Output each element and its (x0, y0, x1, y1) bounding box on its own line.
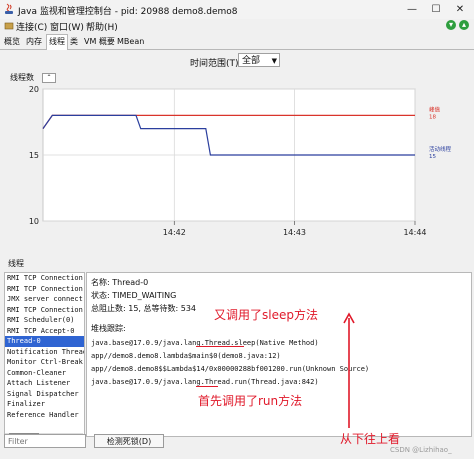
threads-section-title: 线程 (8, 259, 24, 268)
watermark: CSDN @Lizhihao_ (390, 446, 452, 454)
java-app-icon (5, 3, 13, 14)
up-arrow-icon (343, 312, 355, 428)
y-tick-label: 10 (29, 217, 39, 226)
x-tick-label: 14:43 (283, 228, 306, 237)
time-range-label: 时间范围(T): (190, 59, 242, 69)
thread-list-item[interactable]: Monitor Ctrl-Break (5, 357, 84, 368)
chart-x-ticks: 14:42 14:43 14:44 (163, 221, 427, 237)
thread-detail-panel: 名称: Thread-0 状态: TIMED_WAITING 总阻止数: 15,… (86, 272, 472, 437)
thread-list-item[interactable]: Attach Listener (5, 378, 84, 389)
chart-legend: 峰值18 活动线程15 (429, 105, 452, 160)
detect-deadlock-button[interactable]: 检测死锁(D) (94, 434, 164, 448)
y-tick-label: 15 (29, 151, 39, 160)
threads-section: 线程 RMI TCP Connection RMI TCP Connection J… (4, 256, 472, 456)
stack-trace-title: 堆栈跟踪: (91, 324, 126, 333)
chart-y-ticks: 10 15 20 (29, 85, 39, 226)
minimize-button[interactable]: — (400, 2, 424, 17)
maximize-button[interactable]: ☐ (424, 2, 448, 17)
internal-minimize-icon[interactable]: ▾ (446, 20, 456, 30)
x-tick-label: 14:44 (403, 228, 426, 237)
stack-frame: app//demo8.demo8$$Lambda$14/0x00000288bf… (91, 365, 370, 373)
thread-count-chart: 101520 14:42 14:43 14:44 峰值18活动线程15 (29, 85, 452, 237)
thread-list-item[interactable]: RMI TCP Connection (5, 305, 84, 316)
tab-overview[interactable]: 概览 (4, 35, 20, 48)
thread-list-item[interactable]: RMI TCP Accept-0 (5, 326, 84, 337)
x-tick-label: 14:42 (163, 228, 186, 237)
thread-list-item[interactable]: Common-Cleaner (5, 368, 84, 379)
title-bar: Java 监视和管理控制台 - pid: 20988 demo8.demo8 —… (0, 0, 474, 19)
thread-list-item[interactable]: RMI TCP Connection (5, 273, 84, 284)
legend-series-name: 活动线程 (429, 145, 452, 153)
thread-list-item[interactable]: RMI TCP Connection (5, 284, 84, 295)
legend-series-name: 峰值 (429, 105, 441, 113)
menu-window[interactable]: 窗口(W) (50, 20, 84, 33)
time-range-select[interactable]: 全部 ▼ (238, 53, 280, 67)
tab-mbean[interactable]: MBean (117, 35, 144, 48)
internal-restore-icon[interactable]: ▴ (459, 20, 469, 30)
thread-list[interactable]: RMI TCP Connection RMI TCP Connection JMX … (4, 272, 85, 437)
thread-list-item[interactable]: Reference Handler (5, 410, 84, 421)
order-annotation: 从下往上看 (340, 432, 401, 446)
sleep-underline (196, 346, 244, 347)
thread-list-item[interactable]: JMX server connect (5, 294, 84, 305)
tab-threads[interactable]: 线程 (46, 34, 68, 50)
legend-series-value: 18 (429, 114, 436, 120)
thread-list-item[interactable]: Signal Dispatcher (5, 389, 84, 400)
thread-totals: 总阻止数: 15, 总等待数: 534 (91, 304, 197, 313)
menu-help[interactable]: 帮助(H) (86, 20, 118, 33)
window-title: Java 监视和管理控制台 - pid: 20988 demo8.demo8 (18, 7, 238, 17)
stack-frame: java.base@17.0.9/java.lang.Thread.run(Th… (91, 378, 319, 386)
y-tick-label: 20 (29, 85, 39, 94)
thread-state: 状态: TIMED_WAITING (91, 291, 177, 300)
tab-vm-summary[interactable]: VM 概要 (84, 35, 115, 48)
menu-connection[interactable]: 连接(C) (16, 20, 47, 33)
close-button[interactable]: ✕ (448, 2, 472, 17)
sleep-annotation: 又调用了sleep方法 (214, 308, 318, 322)
run-underline (196, 386, 218, 387)
stack-frame: app//demo8.demo8.lambda$main$0(demo8.jav… (91, 352, 281, 360)
menu-bar: 连接(C) 窗口(W) 帮助(H) (0, 19, 474, 34)
connection-icon[interactable] (4, 21, 14, 31)
thread-list-item[interactable]: RMI Scheduler(0) (5, 315, 84, 326)
thread-list-item[interactable]: Notification Thread (5, 347, 84, 358)
chart-title: 线程数 (10, 73, 34, 82)
tab-memory[interactable]: 内存 (26, 35, 42, 48)
collapse-icon[interactable]: ⌃ (42, 73, 56, 83)
legend-series-value: 15 (429, 154, 436, 160)
thread-list-item[interactable]: Finalizer (5, 399, 84, 410)
tab-bar: 概览 内存 线程 类 VM 概要 MBean (0, 34, 474, 50)
run-annotation: 首先调用了run方法 (198, 394, 303, 408)
chevron-down-icon: ▼ (271, 57, 277, 65)
thread-name: 名称: Thread-0 (91, 278, 149, 287)
thread-count-chart-panel: 10 15 20 14:42 14:43 14:44 峰值 18 活动线程 15 线程数 ⌃ (4, 72, 470, 250)
thread-list-item[interactable]: Thread-0 (5, 336, 84, 347)
tab-classes[interactable]: 类 (70, 35, 78, 48)
time-range-value: 全部 (242, 56, 261, 66)
filter-input[interactable]: Filter (4, 434, 86, 448)
